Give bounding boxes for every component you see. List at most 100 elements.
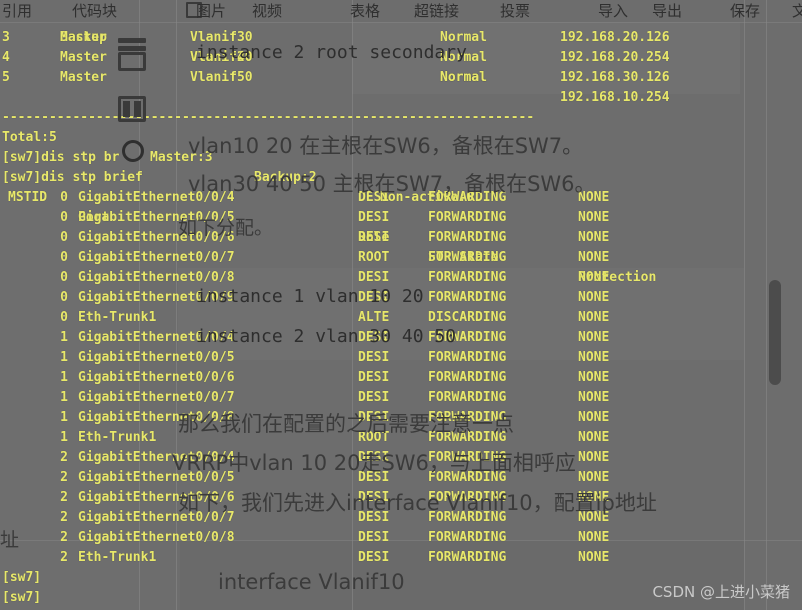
table-row: 2 GigabitEthernet0/0/8 DESI FORWARDING NONE	[0, 528, 802, 548]
toolbar-item[interactable]: 表格	[350, 0, 380, 21]
annotation-text: 如下分配。	[178, 217, 274, 239]
cell-port: GigabitEthernet0/0/8	[78, 270, 235, 285]
table-row: 2 Eth-Trunk1 DESI FORWARDING NONE	[0, 548, 802, 568]
cell-port: GigabitEthernet0/0/5	[78, 350, 235, 365]
cell-protection: NONE	[578, 230, 610, 245]
prompt-text: [sw7]	[2, 570, 42, 585]
vrrp-state: Master	[60, 50, 107, 65]
cell-port: GigabitEthernet0/0/6	[78, 370, 235, 385]
toolbar-item[interactable]: 导入	[598, 0, 628, 21]
table-row: 0 GigabitEthernet0/0/5 DESI FORWARDING NONE	[0, 208, 802, 228]
cell-protection: NONE	[578, 430, 610, 445]
prompt-text: [sw7]	[2, 590, 42, 605]
circle-icon[interactable]	[122, 140, 144, 162]
toolbar-item[interactable]: 保存	[730, 0, 760, 21]
cell-role: DESI	[358, 370, 390, 385]
cell-stp-state: FORWARDING	[428, 350, 507, 365]
table-row: 1 GigabitEthernet0/0/7 DESI FORWARDING NONE	[0, 388, 802, 408]
table-row: 0 GigabitEthernet0/0/6 DESI FORWARDING NONE	[0, 228, 802, 248]
cell-protection: NONE	[578, 450, 610, 465]
toolbar-item[interactable]: 导出	[652, 0, 682, 21]
annotation-text: vlan30 40 50 主根在SW7，备根在SW6。	[188, 172, 596, 196]
cell-stp-state: FORWARDING	[428, 370, 507, 385]
vrrp-state: Master	[60, 30, 107, 45]
vrrp-state: Master	[60, 70, 107, 85]
toolbar-item[interactable]: 文	[792, 0, 802, 21]
annotation-text: instance 2 root secondary	[196, 42, 467, 63]
cell-mstid: 2	[60, 450, 68, 465]
toolbar-item[interactable]: 视频	[252, 0, 282, 21]
cell-mstid: 0	[60, 310, 68, 325]
cell-protection: NONE	[578, 250, 610, 265]
cell-protection: NONE	[578, 470, 610, 485]
vrrp-id: 5	[2, 70, 10, 85]
cell-role: DESI	[358, 390, 390, 405]
csdn-watermark: CSDN @上进小菜猪	[652, 583, 790, 601]
layout-columns-icon[interactable]	[118, 96, 146, 122]
cell-stp-state: FORWARDING	[428, 250, 507, 265]
cell-mstid: 1	[60, 370, 68, 385]
table-row: 0 Eth-Trunk1 ALTE DISCARDING NONE	[0, 308, 802, 328]
cell-mstid: 0	[60, 190, 68, 205]
cell-protection: NONE	[578, 330, 610, 345]
cell-stp-state: FORWARDING	[428, 270, 507, 285]
cell-role: DESI	[358, 530, 390, 545]
annotation-text: interface Vlanif10	[218, 570, 405, 594]
cell-protection: NONE	[578, 290, 610, 305]
table-row: 1 GigabitEthernet0/0/5 DESI FORWARDING NONE	[0, 348, 802, 368]
cell-stp-state: FORWARDING	[428, 390, 507, 405]
cell-mstid: 1	[60, 350, 68, 365]
annotation-text: 如下，我们先进入interface Vlanif10，配置ip地址	[178, 491, 657, 515]
cell-protection: NONE	[578, 350, 610, 365]
toolbar-item[interactable]: 投票	[500, 0, 530, 21]
cell-stp-state: FORWARDING	[428, 290, 507, 305]
toolbar-item[interactable]: 图片	[196, 0, 226, 21]
vrrp-ip: 192.168.30.126	[560, 70, 670, 85]
cell-protection: NONE	[578, 390, 610, 405]
screenshot-root: Backup Vlanif20 Normal 192.168.10.254 3M…	[0, 0, 802, 610]
cell-protection: NONE	[578, 550, 610, 565]
cell-mstid: 0	[60, 230, 68, 245]
cell-stp-state: FORWARDING	[428, 530, 507, 545]
cell-mstid: 0	[60, 250, 68, 265]
cell-role: DESI	[358, 270, 390, 285]
cell-port: GigabitEthernet0/0/8	[78, 530, 235, 545]
cell-mstid: 1	[60, 390, 68, 405]
editor-toolbar[interactable]: 引用 代码块 图片 视频 表格 超链接 投票 导入 导出 保存 文	[0, 0, 802, 22]
vrrp-type: Normal	[440, 70, 487, 85]
cell-mstid: 0	[60, 210, 68, 225]
cell-stp-state: FORWARDING	[428, 550, 507, 565]
toolbar-item[interactable]: 引用	[2, 0, 32, 21]
cell-stp-state: FORWARDING	[428, 210, 507, 225]
annotation-text: vlan10 20 在主根在SW6，备根在SW7。	[188, 134, 584, 158]
vrrp-ip: 192.168.20.126	[560, 30, 670, 45]
vrrp-interface: Vlanif50	[190, 70, 253, 85]
vrrp-ip: 192.168.20.254	[560, 50, 670, 65]
cell-role: DESI	[358, 230, 390, 245]
cell-stp-state: FORWARDING	[428, 230, 507, 245]
cell-mstid: 1	[60, 430, 68, 445]
annotation-text: VRRP中vlan 10 20走SW6，与上面相呼应	[172, 451, 576, 475]
vrrp-id: 4	[2, 50, 10, 65]
cell-role: DESI	[358, 350, 390, 365]
cell-protection: NONE	[578, 310, 610, 325]
annotation-text: instance 1 vlan 10 20	[196, 286, 424, 307]
toolbar-item[interactable]: 代码块	[72, 0, 117, 21]
scrollbar-thumb[interactable]	[769, 280, 781, 385]
layout-box-icon[interactable]	[118, 52, 146, 71]
vrrp-id: 3	[2, 30, 10, 45]
cell-port: GigabitEthernet0/0/7	[78, 390, 235, 405]
table-row: 0 GigabitEthernet0/0/7 ROOT FORWARDING NONE	[0, 248, 802, 268]
cell-protection: NONE	[578, 370, 610, 385]
toolbar-item[interactable]: 超链接	[414, 0, 459, 21]
cell-role: DESI	[358, 550, 390, 565]
cell-role: ALTE	[358, 310, 390, 325]
cell-mstid: 2	[60, 490, 68, 505]
cell-protection: NONE	[578, 270, 610, 285]
cell-port: Eth-Trunk1	[78, 430, 157, 445]
cell-mstid: 1	[60, 410, 68, 425]
vrrp-row: 5 Master Vlanif50 Normal 192.168.30.126	[0, 68, 802, 88]
cell-port: Eth-Trunk1	[78, 550, 157, 565]
cell-protection: NONE	[578, 410, 610, 425]
cell-mstid: 0	[60, 270, 68, 285]
